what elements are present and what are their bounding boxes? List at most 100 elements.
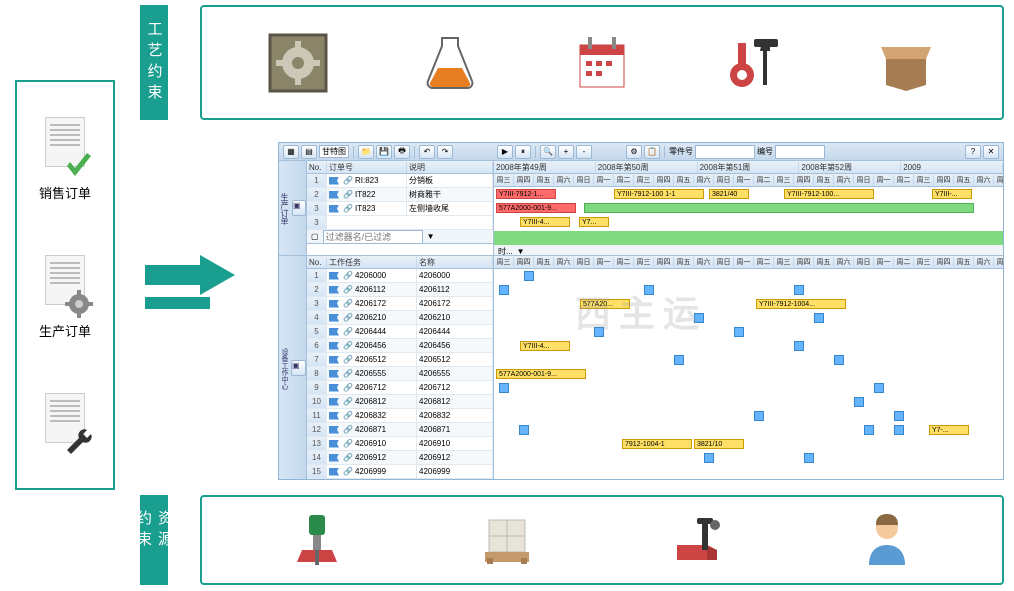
day-header-cell: 周三 bbox=[634, 175, 654, 185]
toolbar-btn[interactable]: 🖶 bbox=[394, 145, 410, 159]
toolbar-btn[interactable]: ▦ bbox=[283, 145, 299, 159]
day-header-cell: 周四 bbox=[794, 175, 814, 185]
toolbar-btn[interactable]: + bbox=[558, 145, 574, 159]
gantt-bar[interactable]: Y7III-4... bbox=[520, 341, 570, 351]
gantt-bar[interactable] bbox=[894, 425, 904, 435]
workcenter-row[interactable]: 5🔗42064444206444 bbox=[307, 325, 493, 339]
gantt-bar[interactable] bbox=[499, 383, 509, 393]
day-header-cell: 周六 bbox=[974, 257, 994, 267]
person-icon bbox=[857, 510, 917, 570]
gantt-bar[interactable] bbox=[754, 411, 764, 421]
order-row[interactable]: 1🔗RI:823分销板 bbox=[307, 174, 493, 188]
day-header-cell: 周四 bbox=[654, 175, 674, 185]
gantt-bar[interactable]: Y7... bbox=[579, 217, 609, 227]
orders-timeline[interactable]: 2008年第49周2008年第50周2008年第51周2008年第52周2009… bbox=[494, 161, 1003, 255]
gantt-bar[interactable] bbox=[584, 203, 974, 213]
gantt-bar[interactable] bbox=[499, 285, 509, 295]
day-header-cell: 周二 bbox=[894, 175, 914, 185]
day-header-cell: 周四 bbox=[514, 175, 534, 185]
gantt-bar[interactable] bbox=[864, 425, 874, 435]
gantt-bar[interactable]: Y7III-7912-100 1-1 bbox=[614, 189, 704, 199]
day-header-cell: 周日 bbox=[854, 175, 874, 185]
gantt-bar[interactable] bbox=[644, 285, 654, 295]
gantt-bar[interactable] bbox=[834, 355, 844, 365]
day-header-cell: 周三 bbox=[494, 257, 514, 267]
box-icon bbox=[876, 33, 936, 93]
workcenter-row[interactable]: 15🔗42069994206999 bbox=[307, 465, 493, 479]
gantt-bar[interactable]: 577A2000-001-9... bbox=[496, 369, 586, 379]
id-input[interactable] bbox=[775, 145, 825, 159]
workcenter-row[interactable]: 8🔗42065554206555 bbox=[307, 367, 493, 381]
gantt-bar[interactable] bbox=[854, 397, 864, 407]
gantt-bar[interactable] bbox=[704, 453, 714, 463]
gantt-bar[interactable]: 7912-1004-1 bbox=[622, 439, 692, 449]
order-row[interactable]: 3🔗IT823左侧墙收尾 bbox=[307, 202, 493, 216]
nav-button[interactable]: ▣ bbox=[292, 200, 306, 216]
gantt-bar[interactable] bbox=[524, 271, 534, 281]
day-header-cell: 周二 bbox=[894, 257, 914, 267]
toolbar-btn[interactable]: ✕ bbox=[983, 145, 999, 159]
gantt-bar[interactable]: 577A20... bbox=[580, 299, 630, 309]
workcenter-row[interactable]: 6🔗42064564206456 bbox=[307, 339, 493, 353]
gantt-bar[interactable]: Y7III-7912-1004... bbox=[756, 299, 846, 309]
workcenter-row[interactable]: 12🔗42068714206871 bbox=[307, 423, 493, 437]
toolbar-btn[interactable]: - bbox=[576, 145, 592, 159]
gantt-bar[interactable]: 577A2000-001-9... bbox=[496, 203, 576, 213]
workcenter-row[interactable]: 10🔗42068124206812 bbox=[307, 395, 493, 409]
search2-label: 编号 bbox=[757, 146, 773, 157]
gantt-bar[interactable] bbox=[874, 383, 884, 393]
workcenters-timeline[interactable]: 周三周四周五周六周日周一周二周三周四周五周六周日周一周二周三周四周五周六周日周一… bbox=[494, 256, 1003, 479]
order-row[interactable]: 2🔗IT822树商雅干 bbox=[307, 188, 493, 202]
day-header-cell: 周三 bbox=[494, 175, 514, 185]
gantt-bar[interactable] bbox=[694, 313, 704, 323]
filter-input[interactable] bbox=[323, 230, 423, 244]
gantt-bar[interactable]: 3821/40 bbox=[709, 189, 749, 199]
process-constraints-panel bbox=[200, 5, 1004, 120]
gantt-bar[interactable]: Y7III-7912-100... bbox=[784, 189, 874, 199]
toolbar-btn[interactable]: 📁 bbox=[358, 145, 374, 159]
toolbar-btn[interactable]: ▤ bbox=[301, 145, 317, 159]
gantt-bar[interactable] bbox=[734, 327, 744, 337]
workcenter-row[interactable]: 1🔗42060004206000 bbox=[307, 269, 493, 283]
toolbar-btn[interactable]: ⏸ bbox=[515, 145, 531, 159]
toolbar-btn[interactable]: ↶ bbox=[419, 145, 435, 159]
calendar-icon bbox=[572, 33, 632, 93]
workcenter-row[interactable]: 4🔗42062104206210 bbox=[307, 311, 493, 325]
toolbar-btn[interactable]: 🔍 bbox=[540, 145, 556, 159]
production-order-item: 生产订单 bbox=[37, 255, 93, 342]
gantt-bar[interactable] bbox=[594, 327, 604, 337]
toolbar-btn[interactable]: ↷ bbox=[437, 145, 453, 159]
day-header-cell: 周五 bbox=[954, 257, 974, 267]
view-mode-label[interactable]: 甘特图 bbox=[319, 145, 349, 158]
toolbar-btn[interactable]: ⚙ bbox=[626, 145, 642, 159]
toolbar-btn[interactable]: ▶ bbox=[497, 145, 513, 159]
toolbar-btn[interactable]: ? bbox=[965, 145, 981, 159]
workcenter-row[interactable]: 2🔗42061124206112 bbox=[307, 283, 493, 297]
toolbar-btn[interactable]: 📋 bbox=[644, 145, 660, 159]
part-number-input[interactable] bbox=[695, 145, 755, 159]
nav-button[interactable]: ▣ bbox=[291, 360, 306, 376]
workcenter-row[interactable]: 7🔗42065124206512 bbox=[307, 353, 493, 367]
workcenter-row[interactable]: 3🔗42061724206172 bbox=[307, 297, 493, 311]
gantt-bar[interactable]: Y7-... bbox=[929, 425, 969, 435]
toolbar-btn[interactable]: 💾 bbox=[376, 145, 392, 159]
gantt-bar[interactable] bbox=[674, 355, 684, 365]
workcenter-row[interactable]: 9🔗42067124206712 bbox=[307, 381, 493, 395]
workcenter-row[interactable]: 11🔗42068324206832 bbox=[307, 409, 493, 423]
day-header-cell: 周三 bbox=[774, 257, 794, 267]
gantt-bar[interactable] bbox=[814, 313, 824, 323]
gantt-bar[interactable] bbox=[894, 411, 904, 421]
gantt-bar[interactable]: Y7III-4... bbox=[520, 217, 570, 227]
gantt-bar[interactable]: 3821/10 bbox=[694, 439, 744, 449]
gantt-bar[interactable] bbox=[804, 453, 814, 463]
gantt-toolbar: ▦ ▤ 甘特图 📁 💾 🖶 ↶ ↷ ▶ ⏸ 🔍 + - ⚙ 📋 零件号 编号 ?… bbox=[279, 143, 1003, 161]
gantt-bar[interactable]: Y7III-... bbox=[932, 189, 972, 199]
gantt-bar[interactable] bbox=[794, 341, 804, 351]
gantt-bar[interactable] bbox=[794, 285, 804, 295]
day-header-cell: 周一 bbox=[874, 257, 894, 267]
gantt-bar[interactable]: Y7III-7912-1... bbox=[496, 189, 556, 199]
workcenter-row[interactable]: 13🔗42069104206910 bbox=[307, 437, 493, 451]
document-wrench-icon bbox=[40, 393, 90, 453]
gantt-bar[interactable] bbox=[519, 425, 529, 435]
workcenter-row[interactable]: 14🔗42069124206912 bbox=[307, 451, 493, 465]
